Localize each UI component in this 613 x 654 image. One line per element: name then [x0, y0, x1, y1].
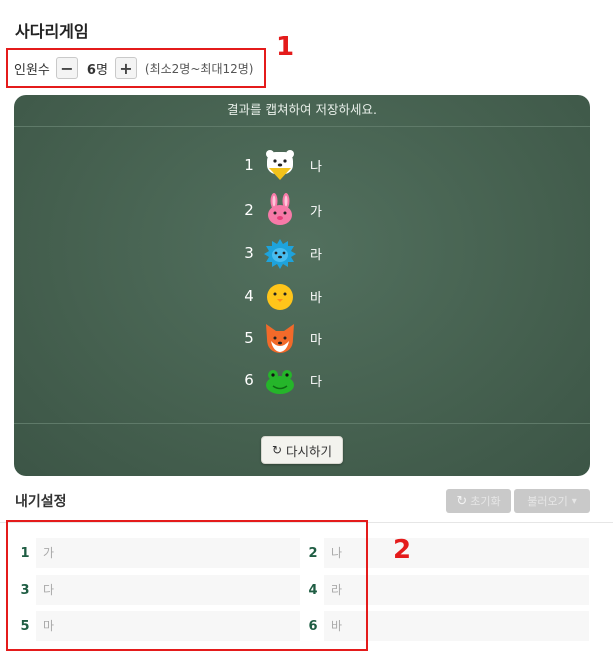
- board-header: 결과를 캡쳐하여 저장하세요.: [14, 95, 590, 127]
- result-number: 6: [244, 371, 254, 389]
- clear-bets-button[interactable]: ↻ 초기화: [446, 489, 511, 513]
- clear-bets-label: 초기화: [470, 495, 501, 508]
- chevron-down-icon: ▾: [571, 495, 577, 507]
- result-row: 4 바: [238, 278, 322, 314]
- result-number: 4: [244, 287, 254, 305]
- annotation-box-2: [6, 520, 368, 651]
- result-number: 3: [244, 244, 254, 262]
- result-number: 1: [244, 156, 254, 174]
- reset-button[interactable]: ↻ 다시하기: [261, 436, 343, 464]
- reset-button-label: 다시하기: [286, 443, 333, 459]
- frog-icon: [266, 370, 294, 394]
- result-row: 6 다: [238, 362, 322, 398]
- result-name: 나: [310, 159, 322, 175]
- load-preset-dropdown[interactable]: 불러오기 ▾: [514, 489, 590, 513]
- result-name: 가: [310, 204, 322, 220]
- result-number: 5: [244, 329, 254, 347]
- chick-icon: [267, 284, 293, 310]
- polar-bear-icon: [266, 150, 294, 180]
- hedgehog-icon: [264, 239, 296, 269]
- refresh-icon: ↻: [456, 493, 468, 509]
- ladder-board: 결과를 캡쳐하여 저장하세요. 1 나 2 가 3 라 4 바 5 마 6 다 …: [14, 95, 590, 476]
- result-row: 3 라: [238, 235, 322, 271]
- bet-settings-title: 내기설정: [15, 494, 67, 510]
- result-row: 2 가: [238, 192, 322, 228]
- load-preset-label: 불러오기: [527, 495, 568, 508]
- annotation-number-2: 2: [393, 535, 412, 565]
- annotation-box-1: [6, 48, 266, 88]
- annotation-number-1: 1: [276, 32, 295, 62]
- result-name: 바: [310, 290, 322, 306]
- fox-icon: [266, 324, 294, 353]
- page-title: 사다리게임: [15, 22, 89, 41]
- refresh-icon: ↻: [271, 443, 283, 457]
- result-row: 5 마: [238, 320, 322, 356]
- result-name: 마: [310, 332, 322, 348]
- board-footer-divider: [14, 423, 590, 424]
- rabbit-icon: [268, 193, 292, 225]
- result-row: 1 나: [238, 147, 322, 183]
- result-name: 다: [310, 374, 322, 390]
- result-number: 2: [244, 201, 254, 219]
- result-name: 라: [310, 247, 322, 263]
